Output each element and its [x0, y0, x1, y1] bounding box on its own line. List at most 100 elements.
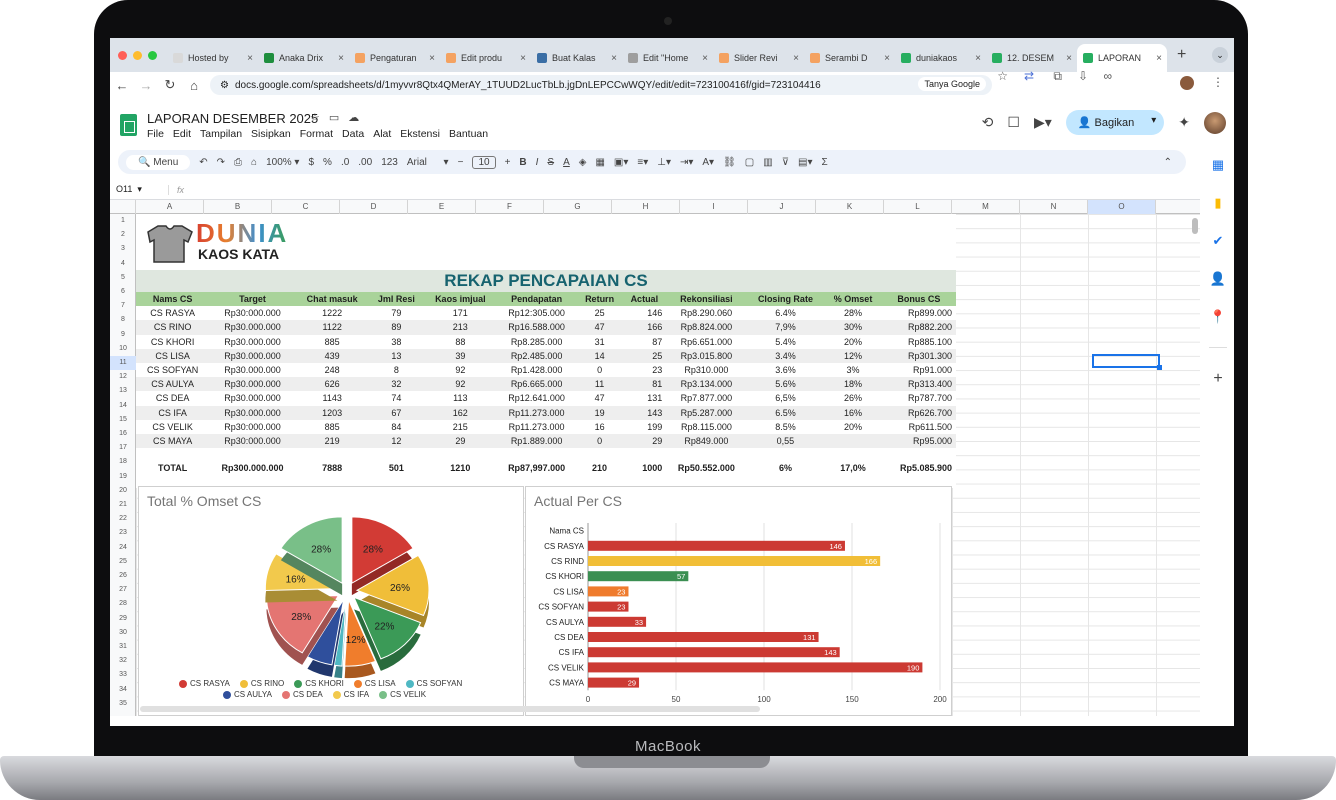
- table-cell[interactable]: 7,9%: [746, 320, 825, 335]
- comments-icon[interactable]: ☐: [1007, 114, 1020, 131]
- increase-decimal-button[interactable]: .00: [358, 157, 372, 168]
- decrease-decimal-button[interactable]: .0: [341, 157, 349, 168]
- move-folder-icon[interactable]: ▭: [329, 111, 339, 124]
- total-cell[interactable]: 7888: [295, 458, 369, 479]
- row-header[interactable]: 13: [110, 384, 136, 398]
- name-box[interactable]: O11 ▾: [110, 184, 168, 195]
- column-header[interactable]: J: [748, 200, 816, 214]
- browser-tab[interactable]: Anaka Drix ×: [258, 44, 349, 72]
- reload-icon[interactable]: ↻: [158, 77, 182, 93]
- vertical-scrollbar[interactable]: [1192, 218, 1198, 234]
- row-header[interactable]: 7: [110, 299, 136, 313]
- table-cell[interactable]: 1143: [295, 391, 369, 406]
- table-cell[interactable]: 0,55: [746, 433, 825, 449]
- row-header[interactable]: 1: [110, 214, 136, 228]
- paint-format-icon[interactable]: ⌂: [251, 157, 257, 168]
- table-cell[interactable]: Rp882.200: [881, 320, 956, 335]
- total-cell[interactable]: TOTAL: [136, 458, 210, 479]
- table-cell[interactable]: 113: [424, 391, 497, 406]
- row-header[interactable]: 21: [110, 498, 136, 512]
- table-cell[interactable]: 47: [576, 320, 623, 335]
- table-cell[interactable]: 25: [576, 306, 623, 321]
- table-cell[interactable]: 28%: [824, 306, 882, 321]
- table-cell[interactable]: CS RASYA: [136, 306, 210, 321]
- browser-tab[interactable]: Edit produ ×: [440, 44, 531, 72]
- text-rotate-icon[interactable]: A▾: [702, 157, 714, 168]
- table-cell[interactable]: Rp30.000.000: [209, 348, 296, 363]
- bar[interactable]: [588, 632, 819, 642]
- percent-format-button[interactable]: %: [323, 157, 332, 168]
- total-cell[interactable]: 501: [368, 458, 425, 479]
- table-cell[interactable]: 162: [424, 405, 497, 420]
- text-color-button[interactable]: A: [563, 157, 570, 168]
- row-header[interactable]: 3: [110, 242, 136, 256]
- table-cell[interactable]: 213: [424, 320, 497, 335]
- table-cell[interactable]: 3%: [824, 362, 882, 378]
- row-header[interactable]: 35: [110, 697, 136, 711]
- table-cell[interactable]: Rp30.000.000: [209, 334, 296, 349]
- pie-chart[interactable]: Total % Omset CS 28% 26% 22% 12% 28% 16% 28% C…: [138, 486, 524, 716]
- table-cell[interactable]: 84: [368, 419, 425, 434]
- table-cell[interactable]: 215: [424, 419, 497, 434]
- row-header[interactable]: 24: [110, 541, 136, 555]
- table-cell[interactable]: 47: [576, 391, 623, 406]
- row-header[interactable]: 23: [110, 526, 136, 540]
- table-cell[interactable]: 18%: [824, 377, 882, 392]
- table-cell[interactable]: 20%: [824, 334, 882, 349]
- table-cell[interactable]: CS KHORI: [136, 334, 210, 349]
- menu-item[interactable]: Edit: [173, 128, 191, 140]
- browser-menu-icon[interactable]: ⋮: [1212, 75, 1224, 89]
- column-header[interactable]: I: [680, 200, 748, 214]
- table-cell[interactable]: 13: [368, 348, 425, 363]
- bar[interactable]: [588, 647, 840, 658]
- print-icon[interactable]: ⎙: [234, 157, 242, 168]
- table-cell[interactable]: 131: [622, 391, 667, 406]
- row-header[interactable]: 31: [110, 640, 136, 654]
- column-header[interactable]: K: [816, 200, 884, 214]
- table-cell[interactable]: 3.6%: [746, 362, 825, 378]
- table-cell[interactable]: CS MAYA: [136, 433, 210, 449]
- formula-input[interactable]: [192, 180, 1200, 199]
- row-header[interactable]: 20: [110, 484, 136, 498]
- bar[interactable]: [588, 662, 923, 673]
- forward-icon[interactable]: →: [134, 78, 158, 93]
- table-cell[interactable]: Rp8.290.060: [666, 306, 747, 321]
- align-vertical-icon[interactable]: ⊥▾: [657, 157, 671, 168]
- merge-cells-icon[interactable]: ▣▾: [614, 157, 628, 168]
- table-cell[interactable]: 1222: [295, 306, 369, 321]
- row-header[interactable]: 8: [110, 313, 136, 327]
- filter-icon[interactable]: ⊽: [782, 157, 789, 168]
- menu-item[interactable]: Tampilan: [200, 128, 242, 140]
- home-icon[interactable]: ⌂: [182, 78, 206, 93]
- text-wrap-icon[interactable]: ⇥▾: [680, 157, 693, 168]
- profile-avatar[interactable]: [1180, 76, 1194, 90]
- table-cell[interactable]: 248: [295, 362, 369, 378]
- table-cell[interactable]: 6,5%: [746, 391, 825, 406]
- sheets-logo-icon[interactable]: [120, 114, 137, 136]
- row-header[interactable]: 15: [110, 413, 136, 427]
- increase-font-icon[interactable]: +: [505, 157, 511, 168]
- total-cell[interactable]: 1210: [424, 458, 497, 479]
- table-cell[interactable]: 439: [295, 348, 369, 363]
- row-header[interactable]: 28: [110, 597, 136, 611]
- spreadsheet-grid[interactable]: ABCDEFGHIJKLMNO 1 2 3 4 5 6 7 8 9 10 11 12 13 14 15 16 1…: [110, 200, 1200, 716]
- total-cell[interactable]: Rp300.000.000: [209, 458, 296, 479]
- row-header[interactable]: 19: [110, 470, 136, 484]
- table-cell[interactable]: Rp95.000: [881, 433, 956, 449]
- table-cell[interactable]: Rp3.015.800: [666, 348, 747, 363]
- table-cell[interactable]: Rp2.485.000: [496, 348, 577, 363]
- bar[interactable]: [588, 556, 881, 566]
- table-cell[interactable]: Rp30:000.000: [209, 306, 296, 321]
- currency-format-button[interactable]: $: [308, 157, 314, 168]
- table-cell[interactable]: 16: [576, 419, 623, 434]
- row-header[interactable]: 34: [110, 683, 136, 697]
- table-cell[interactable]: Rp5.287.000: [666, 405, 747, 420]
- back-icon[interactable]: ←: [110, 78, 134, 93]
- tab-close-icon[interactable]: ×: [611, 53, 617, 64]
- table-cell[interactable]: 12: [368, 433, 425, 449]
- table-cell[interactable]: Rp7.877.000: [666, 391, 747, 406]
- table-cell[interactable]: Rp30.000.000: [209, 320, 296, 335]
- url-field[interactable]: ⚙ docs.google.com/spreadsheets/d/1myvvr8…: [210, 75, 992, 95]
- table-cell[interactable]: 143: [622, 405, 667, 420]
- table-cell[interactable]: 16%: [824, 405, 882, 420]
